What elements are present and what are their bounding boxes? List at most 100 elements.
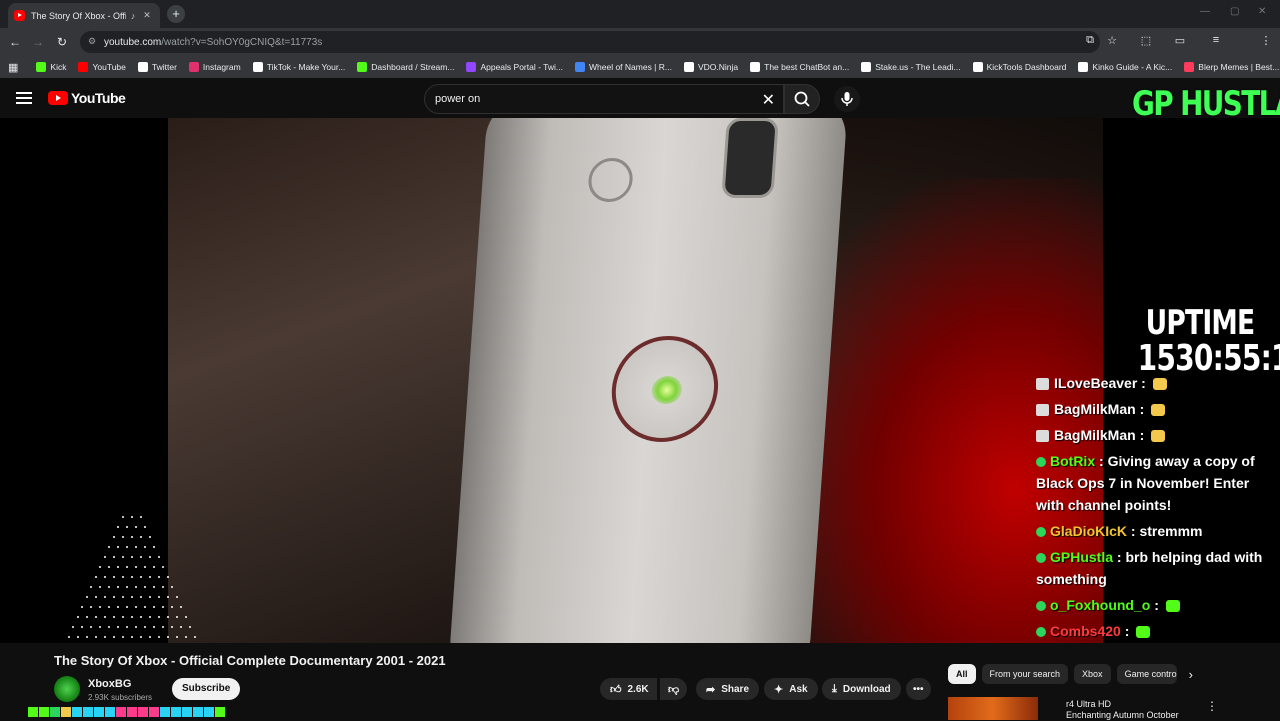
overlay-dot — [135, 526, 137, 528]
ask-label: Ask — [789, 683, 808, 695]
menu-hamburger-icon[interactable] — [16, 92, 32, 104]
media-control-icon[interactable]: ≡ — [1208, 34, 1224, 46]
overlay-dot — [108, 566, 110, 568]
chevron-right-icon[interactable]: › — [1189, 667, 1193, 682]
overlay-dot — [99, 606, 101, 608]
overlay-dot — [90, 606, 92, 608]
chip-game-controller[interactable]: Game controll — [1116, 664, 1177, 684]
overlay-dot — [108, 606, 110, 608]
browser-tab[interactable]: The Story Of Xbox - Official ♪ ✕ — [8, 3, 160, 28]
overlay-dot — [121, 516, 124, 518]
chrome-menu-icon[interactable]: ⋮ — [1258, 34, 1274, 47]
close-window-icon[interactable]: ✕ — [1258, 6, 1266, 17]
overlay-dot — [126, 566, 128, 568]
overlay-dot — [112, 576, 115, 578]
profile-switch-icon[interactable]: ▭ — [1172, 34, 1188, 47]
chat-message: GPHustla : brb helping dad with somethin… — [1036, 546, 1280, 590]
verified-check-icon — [1036, 457, 1046, 467]
bookmark-favicon-icon — [357, 62, 368, 72]
bookmark-item[interactable]: VDO.Ninja — [683, 62, 739, 72]
bookmark-item[interactable]: The best ChatBot an... — [750, 62, 849, 72]
chat-badge-icon — [1036, 378, 1049, 390]
bookmark-label: VDO.Ninja — [697, 62, 739, 72]
download-button[interactable]: ⤓ Download — [822, 678, 901, 700]
overlay-dot — [103, 556, 106, 558]
recommended-more-icon[interactable]: ⋮ — [1206, 699, 1218, 713]
minimize-icon[interactable]: — — [1200, 6, 1210, 17]
chat-emote-icon — [1151, 404, 1166, 416]
overlay-dot — [121, 536, 124, 538]
extensions-icon[interactable]: ⬚ — [1138, 34, 1154, 47]
recommended-video-title[interactable]: r4 Ultra HD Enchanting Autumn October — [1066, 699, 1196, 721]
overlay-dot — [99, 586, 101, 588]
reload-icon[interactable]: ↻ — [54, 34, 70, 50]
site-info-icon[interactable]: ⚙ — [88, 36, 98, 48]
share-icon: ➦ — [706, 683, 716, 696]
share-button[interactable]: ➦ Share — [696, 678, 760, 700]
bookmarks-bar: ▦ Kick YouTube Twitter Instagram TikTok - Ma… — [0, 56, 1280, 78]
chat-message: BagMilkMan : — [1036, 424, 1280, 446]
install-app-icon[interactable]: ⧉ — [1082, 34, 1098, 47]
bookmark-item[interactable]: TikTok - Make Your... — [252, 62, 346, 72]
channel-name[interactable]: XboxBG — [88, 678, 131, 690]
chat-message: ILoveBeaver : — [1036, 372, 1280, 394]
overlay-dot — [130, 516, 133, 518]
bookmark-label: KickTools Dashboard — [986, 62, 1067, 72]
chat-username: o_Foxhound_o — [1050, 597, 1151, 613]
apps-grid-icon[interactable]: ▦ — [8, 61, 18, 74]
bookmark-item[interactable]: Kinko Guide - A Kic... — [1078, 62, 1172, 72]
address-bar[interactable]: ⚙ youtube.com/watch?v=SohOY0gCNIQ&t=1177… — [80, 31, 1100, 53]
overlay-dot — [157, 636, 160, 638]
overlay-dot — [108, 546, 110, 548]
clear-search-icon[interactable]: ✕ — [762, 90, 775, 110]
chip-from-your-search[interactable]: From your search — [981, 664, 1069, 684]
recommended-video-thumbnail[interactable] — [948, 697, 1038, 720]
bookmark-label: TikTok - Make Your... — [266, 62, 346, 72]
subscribe-button[interactable]: Subscribe — [172, 678, 241, 700]
chip-all[interactable]: All — [948, 664, 976, 684]
more-actions-button[interactable]: ••• — [906, 678, 931, 700]
bookmark-item[interactable]: Kick — [36, 62, 66, 72]
dislike-button[interactable]: 👎︎ — [660, 678, 688, 700]
chip-xbox[interactable]: Xbox — [1074, 664, 1111, 684]
overlay-dot — [117, 546, 119, 548]
overlay-dot — [130, 576, 133, 578]
bookmark-item[interactable]: KickTools Dashboard — [972, 62, 1067, 72]
overlay-dot — [117, 606, 119, 608]
overlay-dot — [139, 596, 142, 598]
bookmark-star-icon[interactable]: ☆ — [1104, 34, 1120, 47]
new-tab-button[interactable]: + — [167, 5, 185, 23]
bookmark-item[interactable]: Twitter — [137, 62, 177, 72]
bookmark-item[interactable]: Stake.us - The Leadi... — [861, 62, 961, 72]
overlay-dot — [139, 516, 142, 518]
bookmark-item[interactable]: Blerp Memes | Best... — [1184, 62, 1279, 72]
overlay-dot — [166, 596, 169, 598]
bookmark-item[interactable]: Dashboard / Stream... — [357, 62, 454, 72]
maximize-icon[interactable]: ▢ — [1230, 6, 1239, 17]
bookmark-label: Kick — [50, 62, 67, 72]
voice-search-button[interactable] — [834, 86, 860, 112]
search-input-value: power on — [435, 93, 481, 105]
bookmark-item[interactable]: Wheel of Names | R... — [574, 62, 672, 72]
like-button[interactable]: 👍︎ 2.6K — [600, 678, 657, 700]
ask-button[interactable]: ✦ Ask — [764, 678, 818, 700]
search-input[interactable]: power on ✕ — [424, 84, 784, 114]
bookmark-item[interactable]: Appeals Portal - Twi... — [466, 62, 563, 72]
bookmark-item[interactable]: YouTube — [78, 62, 126, 72]
channel-avatar[interactable] — [54, 676, 80, 702]
overlay-dot — [171, 586, 173, 588]
close-tab-icon[interactable]: ✕ — [140, 10, 154, 21]
search-button[interactable] — [784, 84, 820, 114]
bookmark-item[interactable]: Instagram — [188, 62, 241, 72]
overlay-dot — [121, 596, 124, 598]
chat-emote-icon — [1136, 626, 1151, 638]
back-icon[interactable]: ← — [7, 34, 23, 50]
audio-icon[interactable]: ♪ — [126, 11, 140, 21]
emote-icon — [193, 707, 203, 717]
overlay-dot — [126, 546, 128, 548]
chat-message: BagMilkMan : — [1036, 398, 1280, 420]
forward-icon[interactable]: → — [30, 34, 46, 50]
youtube-logo[interactable]: YouTube — [48, 90, 126, 106]
overlay-dot — [189, 626, 191, 628]
overlay-dot — [130, 596, 133, 598]
